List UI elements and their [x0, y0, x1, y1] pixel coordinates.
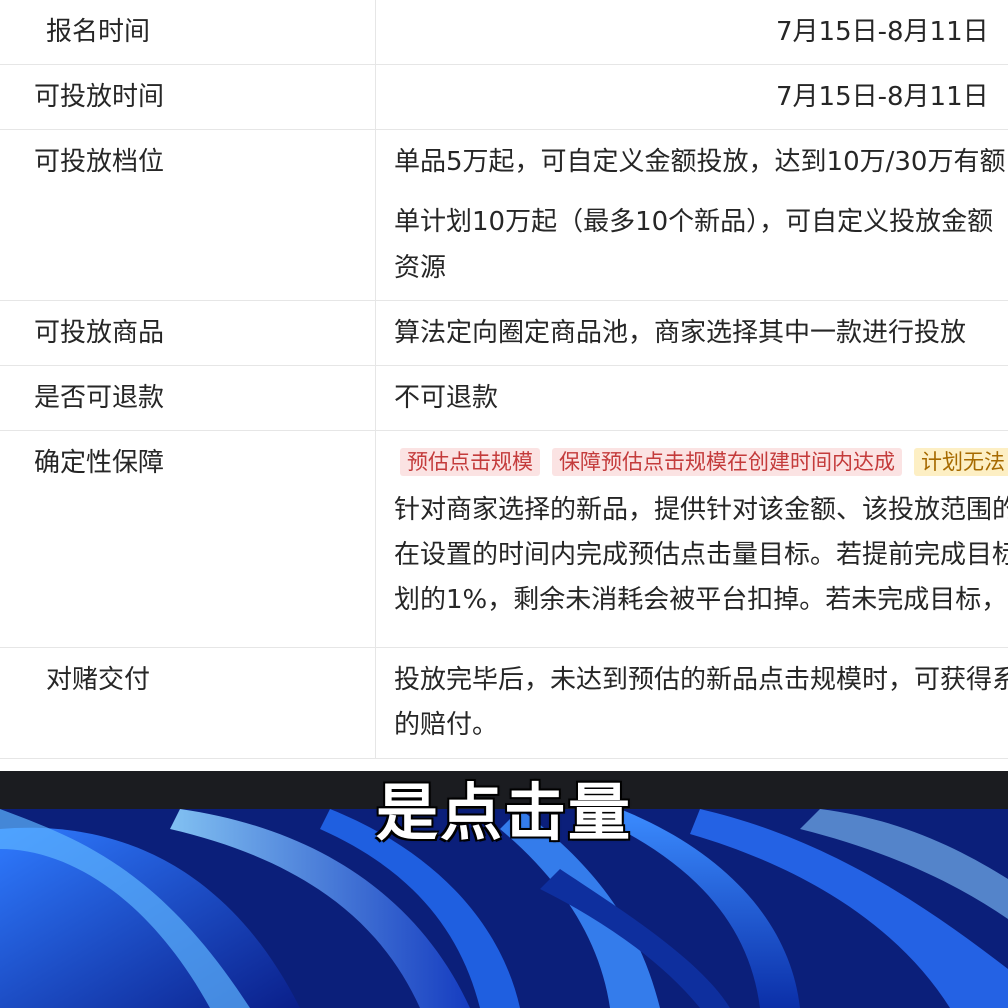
value-line: 资源: [394, 253, 447, 283]
table-row: 可投放时间 7月15日-8月11日: [0, 64, 1008, 129]
info-table: 报名时间 7月15日-8月11日 可投放时间 7月15日-8月11日 可投放档位…: [0, 0, 1008, 759]
row-label: 对赌交付: [0, 648, 376, 758]
table-row: 对赌交付 投放完毕后，未达到预估的新品点击规模时，可获得系 的赔付。: [0, 647, 1008, 758]
table-row: 报名时间 7月15日-8月11日: [0, 0, 1008, 64]
row-value: 单品5万起，可自定义金额投放，达到10万/30万有额 单计划10万起（最多10个…: [376, 130, 1008, 300]
row-label: 可投放商品: [0, 301, 376, 365]
table-row: 可投放商品 算法定向圈定商品池，商家选择其中一款进行投放: [0, 300, 1008, 365]
tag-badge: 计划无法: [914, 448, 1008, 476]
row-value: 不可退款: [394, 383, 499, 413]
value-line: 划的1%，剩余未消耗会被平台扣掉。若未完成目标，: [394, 585, 1008, 615]
table-row: 确定性保障 预估点击规模 保障预估点击规模在创建时间内达成 计划无法 针对商家选…: [0, 430, 1008, 647]
value-line: 的赔付。: [394, 710, 499, 740]
table-row: 是否可退款 不可退款: [0, 365, 1008, 430]
value-line: 在设置的时间内完成预估点击量目标。若提前完成目标: [394, 540, 1008, 570]
row-label: 可投放时间: [0, 65, 376, 129]
row-value: 算法定向圈定商品池，商家选择其中一款进行投放: [394, 318, 967, 348]
tag-badge: 保障预估点击规模在创建时间内达成: [552, 448, 902, 476]
row-value: 预估点击规模 保障预估点击规模在创建时间内达成 计划无法 针对商家选择的新品，提…: [376, 431, 1008, 647]
row-label: 可投放档位: [0, 130, 376, 300]
row-value: 7月15日-8月11日: [776, 82, 989, 112]
value-line: 单计划10万起（最多10个新品），可自定义投放金额: [394, 207, 994, 237]
value-line: 单品5万起，可自定义金额投放，达到10万/30万有额: [394, 147, 1006, 177]
table-row: 可投放档位 单品5万起，可自定义金额投放，达到10万/30万有额 单计划10万起…: [0, 129, 1008, 300]
video-subtitle: 是点击量: [375, 776, 632, 849]
row-value: 投放完毕后，未达到预估的新品点击规模时，可获得系 的赔付。: [376, 648, 1008, 758]
tag-badge: 预估点击规模: [400, 448, 540, 476]
row-label: 报名时间: [0, 0, 376, 64]
value-line: 针对商家选择的新品，提供针对该金额、该投放范围的: [394, 495, 1008, 525]
row-label: 确定性保障: [0, 431, 376, 647]
tag-list: 预估点击规模 保障预估点击规模在创建时间内达成 计划无法: [394, 445, 1008, 476]
row-value: 7月15日-8月11日: [776, 17, 989, 47]
value-line: 投放完毕后，未达到预估的新品点击规模时，可获得系: [394, 665, 1008, 695]
row-label: 是否可退款: [0, 366, 376, 430]
